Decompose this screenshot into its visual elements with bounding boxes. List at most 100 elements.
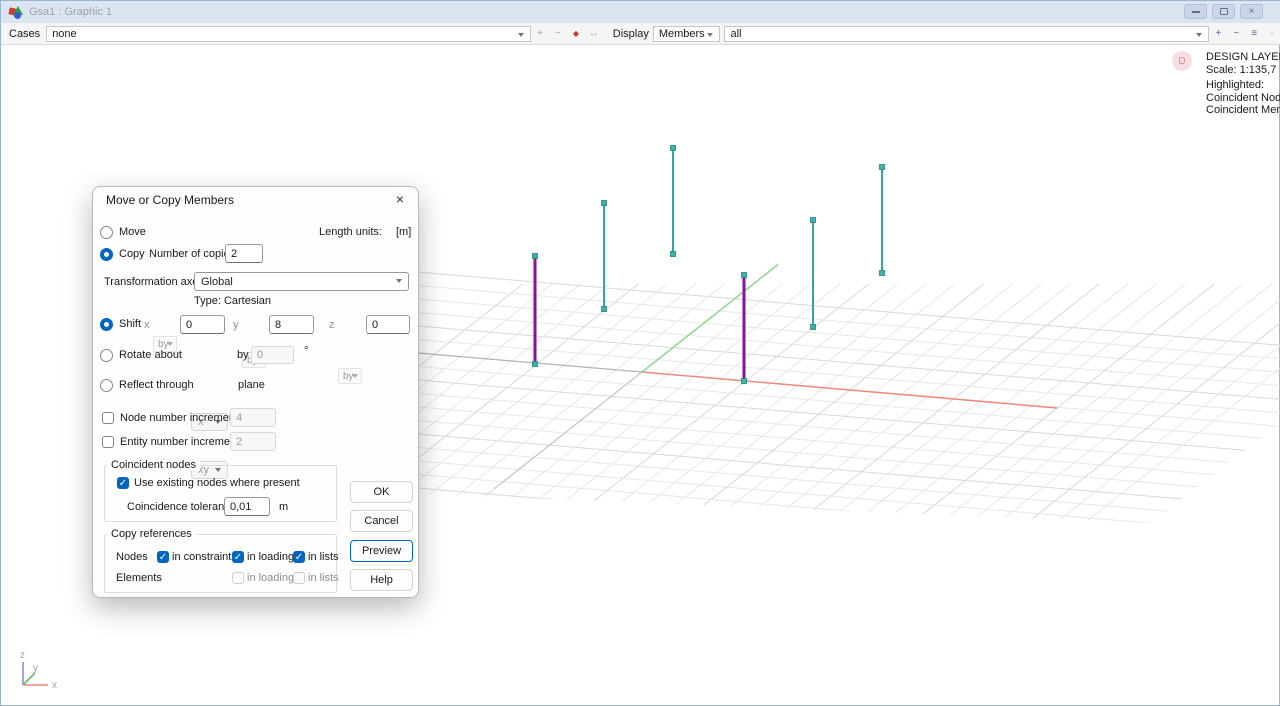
nodes-in-lists-checkbox[interactable]: ✓	[293, 551, 305, 563]
rotate-by-label: by	[237, 349, 249, 361]
entity-filter-combobox[interactable]: all	[724, 26, 1209, 42]
maximize-button[interactable]	[1212, 4, 1235, 19]
rotate-angle-input: 0	[251, 346, 294, 364]
length-units-label: Length units:	[319, 226, 382, 238]
shift-z-by-combobox[interactable]: by	[338, 368, 362, 384]
viewport-info-overlay: D DESIGN LAYER Scale: 1:135,7 Highlighte…	[1172, 51, 1280, 117]
chevron-down-icon	[167, 342, 173, 346]
title-bar: Gsa1 : Graphic 1 ×	[1, 1, 1280, 23]
display-combobox[interactable]: Members	[653, 26, 721, 42]
entity-increment-input: 2	[230, 432, 276, 451]
cases-combobox[interactable]: none	[46, 26, 531, 42]
elements-in-loading-label: in loading	[247, 572, 294, 584]
copies-input[interactable]: 2	[225, 244, 263, 263]
node-marker[interactable]	[602, 307, 607, 312]
nodes-in-constraints-checkbox[interactable]: ✓	[157, 551, 169, 563]
design-layer-label: DESIGN LAYER	[1206, 51, 1280, 64]
toolbar: Cases none + − ◆ ↔ Display Members all +…	[1, 23, 1280, 45]
node-marker[interactable]	[602, 201, 607, 206]
node-increment-checkbox[interactable]	[102, 412, 114, 424]
avatar[interactable]: D	[1172, 51, 1192, 71]
minimize-button[interactable]	[1184, 4, 1207, 19]
grid-line	[566, 284, 869, 523]
triad-y-axis-label: y	[33, 663, 38, 674]
add-list-button[interactable]: +	[1209, 28, 1227, 39]
close-button[interactable]: ×	[1240, 4, 1263, 19]
minimize-icon	[1192, 11, 1200, 13]
rotate-radio[interactable]	[100, 349, 113, 362]
node-marker[interactable]	[533, 362, 538, 367]
expand-cases-icon[interactable]: ↔	[585, 28, 603, 39]
use-existing-nodes-label: Use existing nodes where present	[134, 477, 300, 489]
grid-line	[1027, 284, 1280, 523]
help-button[interactable]: Help	[350, 569, 413, 591]
ok-button[interactable]: OK	[350, 481, 413, 503]
check-icon: ✓	[234, 552, 242, 563]
shift-x-input[interactable]: 0	[180, 315, 225, 334]
y-negative-axis	[494, 372, 642, 489]
check-icon: ✓	[295, 552, 303, 563]
close-icon: ×	[1249, 6, 1255, 17]
move-radio[interactable]	[100, 226, 113, 239]
node-marker[interactable]	[811, 325, 816, 330]
cancel-button[interactable]: Cancel	[350, 510, 413, 532]
shift-label: Shift	[119, 318, 141, 330]
grid-line	[399, 486, 1280, 561]
nodes-in-loading-label: in loading	[247, 551, 294, 563]
grid-line	[422, 284, 725, 523]
reflect-radio[interactable]	[100, 379, 113, 392]
node-marker[interactable]	[880, 165, 885, 170]
maximize-icon	[1220, 8, 1228, 15]
check-icon: ✓	[119, 478, 127, 489]
grid-line	[393, 284, 696, 523]
transformation-axes-label: Transformation axes	[104, 276, 204, 288]
chevron-down-icon	[1196, 33, 1202, 37]
grid-line	[796, 284, 1099, 523]
next-case-button[interactable]: −	[549, 28, 567, 39]
use-existing-nodes-checkbox[interactable]: ✓	[117, 477, 129, 489]
shift-z-input[interactable]: 0	[366, 315, 410, 334]
cases-label: Cases	[9, 28, 40, 40]
shift-x-label: x	[144, 319, 150, 331]
triad-z-axis-label: z	[20, 650, 25, 661]
grid-line	[399, 459, 1280, 534]
elements-row-label: Elements	[116, 572, 162, 584]
move-label: Move	[119, 226, 146, 238]
preview-button[interactable]: Preview	[350, 540, 413, 562]
copy-radio[interactable]	[100, 248, 113, 261]
more-options-button[interactable]: ·	[1263, 28, 1280, 39]
node-increment-label: Node number increment	[120, 412, 238, 424]
nodes-row-label: Nodes	[116, 551, 148, 563]
transformation-axes-combobox[interactable]: Global	[194, 272, 409, 291]
node-marker[interactable]	[811, 218, 816, 223]
scale-label: Scale: 1:135,7	[1206, 64, 1280, 77]
shift-y-input[interactable]: 8	[269, 315, 314, 334]
node-marker[interactable]	[742, 379, 747, 384]
coincidence-tolerance-input[interactable]: 0,01	[224, 497, 270, 516]
node-marker[interactable]	[742, 273, 747, 278]
entity-increment-checkbox[interactable]	[102, 436, 114, 448]
triad-y-axis	[23, 673, 35, 685]
grid-line	[480, 284, 783, 523]
dialog-close-button[interactable]: ×	[391, 191, 409, 209]
nodes-in-loading-checkbox[interactable]: ✓	[232, 551, 244, 563]
node-marker[interactable]	[671, 252, 676, 257]
app-logo-icon	[9, 6, 22, 19]
node-marker[interactable]	[880, 271, 885, 276]
node-marker[interactable]	[671, 146, 676, 151]
display-label: Display	[613, 28, 649, 40]
chevron-down-icon	[707, 33, 713, 37]
triad-x-axis-label: x	[52, 680, 57, 691]
remove-list-button[interactable]: −	[1227, 28, 1245, 39]
copies-label: Number of copies	[149, 248, 235, 260]
y-axis-green	[642, 265, 778, 373]
entity-increment-label: Entity number increment	[120, 436, 239, 448]
record-case-icon[interactable]: ◆	[567, 29, 585, 38]
shift-radio[interactable]	[100, 318, 113, 331]
list-options-button[interactable]: ≡	[1245, 28, 1263, 39]
node-marker[interactable]	[533, 254, 538, 259]
shift-z-label: z	[329, 319, 335, 331]
chevron-down-icon	[396, 279, 402, 283]
prev-case-button[interactable]: +	[531, 28, 549, 39]
degree-symbol: °	[304, 345, 308, 357]
